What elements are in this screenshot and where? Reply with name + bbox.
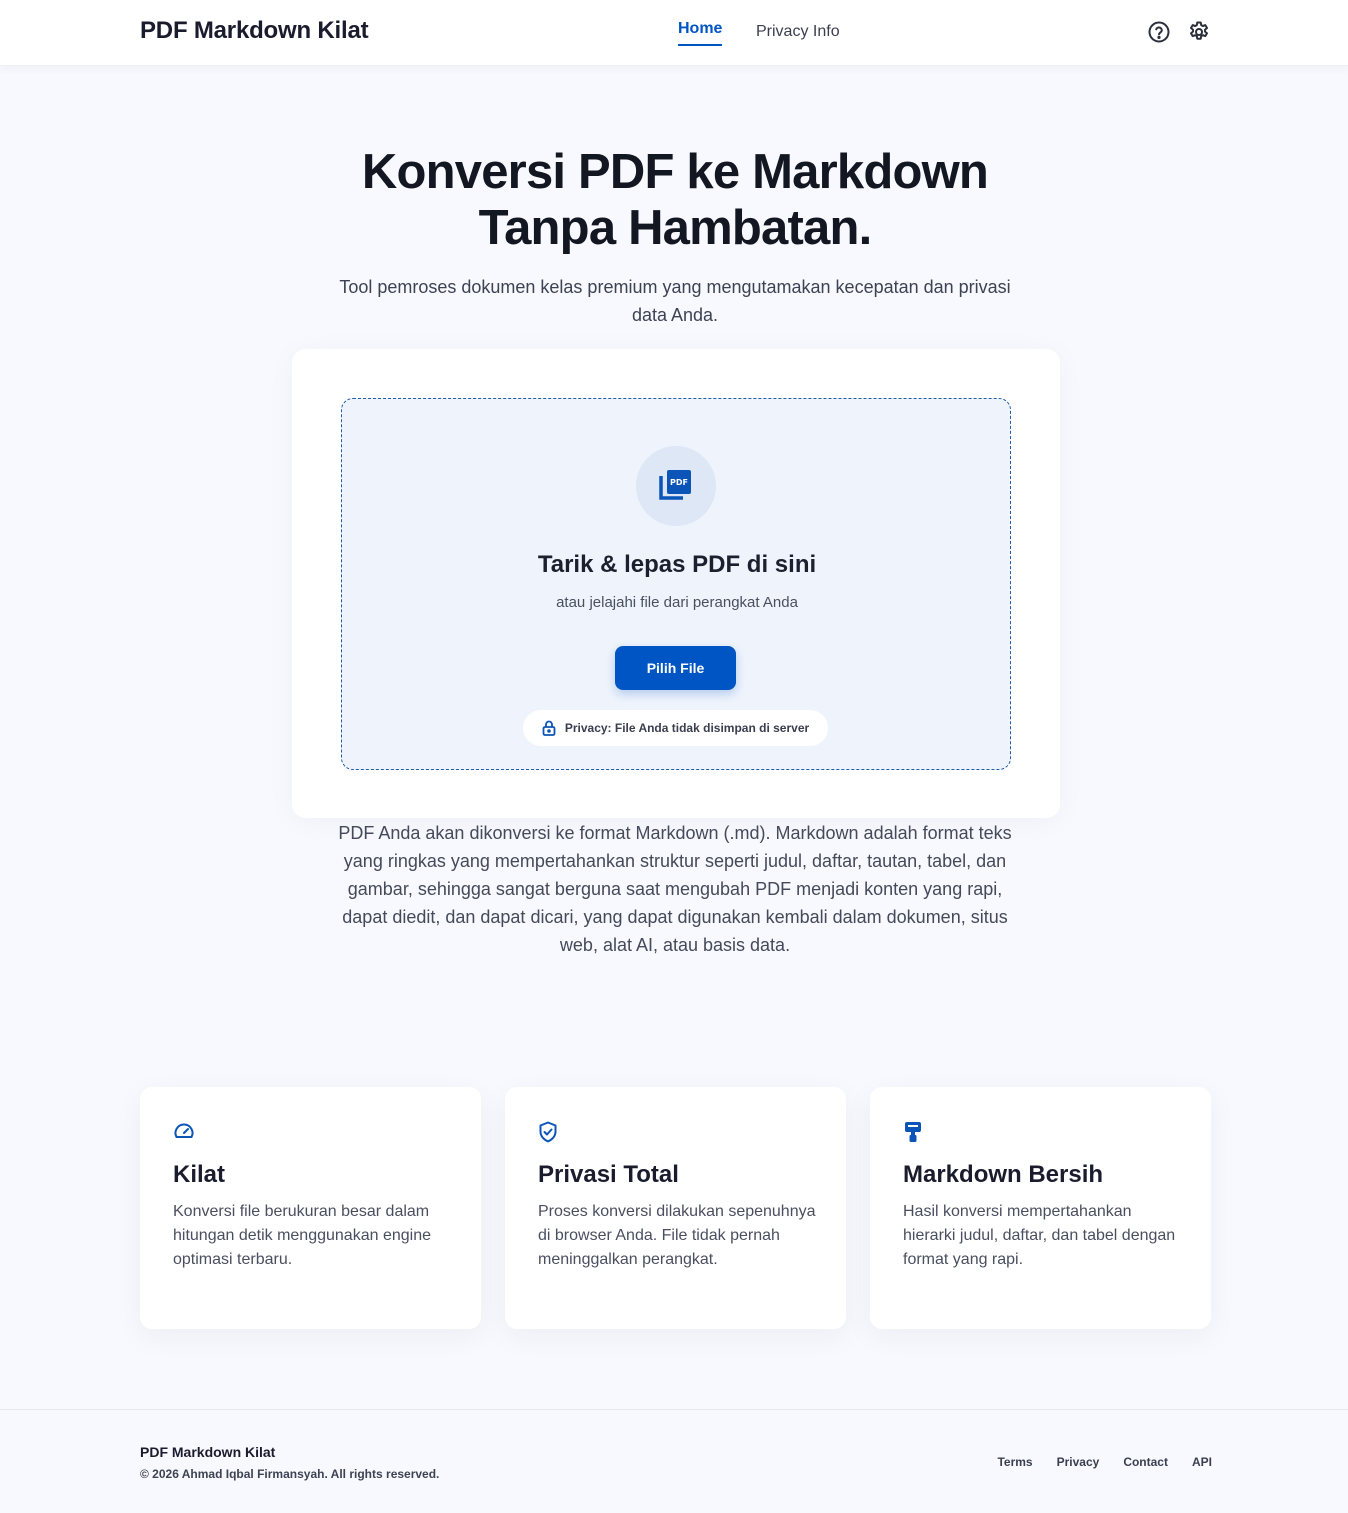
footer-link-privacy[interactable]: Privacy <box>1057 1455 1100 1469</box>
paint-roller-icon <box>903 1121 923 1148</box>
nav-home-link[interactable]: Home <box>678 20 723 46</box>
footer: PDF Markdown Kilat © 2026 Ahmad Iqbal Fi… <box>0 1409 1348 1513</box>
feature-text: Proses konversi dilakukan sepenuhnya di … <box>538 1203 816 1268</box>
dropzone-subtitle: atau jelajahi file dari perangkat Anda <box>556 594 798 611</box>
feature-text: Hasil konversi mempertahankan hierarki j… <box>903 1203 1176 1268</box>
footer-link-contact[interactable]: Contact <box>1123 1455 1168 1469</box>
feature-card-speed: Kilat Konversi file berukuran besar dala… <box>140 1087 481 1329</box>
pdf-file-icon: PDF <box>636 446 716 526</box>
feature-card-clean-markdown: Markdown Bersih Hasil konversi mempertah… <box>870 1087 1211 1329</box>
hero-title-line-1: Konversi PDF ke Markdown <box>361 145 989 199</box>
conversion-description: PDF Anda akan dikonversi ke format Markd… <box>338 823 1012 955</box>
feature-card-privacy: Privasi Total Proses konversi dilakukan … <box>505 1087 846 1329</box>
nav-privacy-info-link[interactable]: Privacy Info <box>756 23 840 41</box>
hero-title: Konversi PDF ke Markdown Tanpa Hambatan. <box>300 144 1050 256</box>
footer-link-terms[interactable]: Terms <box>997 1455 1032 1469</box>
footer-copyright: © 2026 Ahmad Iqbal Firmansyah. All right… <box>140 1467 440 1481</box>
hero-title-line-2: Tanpa Hambatan. <box>478 201 873 255</box>
upload-card: PDF Tarik & lepas PDF di sini atau jelaj… <box>292 349 1060 818</box>
top-navbar: PDF Markdown Kilat Home Privacy Info <box>0 0 1348 66</box>
lock-icon <box>542 720 556 736</box>
privacy-note-text: Privacy: File Anda tidak disimpan di ser… <box>564 721 810 735</box>
choose-file-button[interactable]: Pilih File <box>615 646 736 690</box>
help-icon[interactable] <box>1147 20 1171 44</box>
hero-subtitle: Tool pemroses dokumen kelas premium yang… <box>339 277 1011 325</box>
gear-icon[interactable] <box>1187 20 1211 44</box>
speedometer-icon <box>173 1121 195 1146</box>
feature-title: Privasi Total <box>538 1161 679 1188</box>
footer-brand: PDF Markdown Kilat <box>140 1444 276 1460</box>
privacy-note-badge: Privacy: File Anda tidak disimpan di ser… <box>523 710 828 746</box>
feature-title: Markdown Bersih <box>903 1161 1104 1188</box>
pdf-dropzone[interactable]: PDF Tarik & lepas PDF di sini atau jelaj… <box>341 398 1011 770</box>
dropzone-title: Tarik & lepas PDF di sini <box>537 551 817 578</box>
feature-text: Konversi file berukuran besar dalam hitu… <box>173 1203 431 1268</box>
pdf-icon-label: PDF <box>670 478 688 487</box>
brand-logo-text[interactable]: PDF Markdown Kilat <box>140 17 369 45</box>
feature-title: Kilat <box>173 1161 226 1188</box>
footer-links: Terms Privacy Contact API <box>997 1455 1212 1469</box>
footer-link-api[interactable]: API <box>1192 1455 1212 1469</box>
shield-check-icon <box>538 1121 558 1148</box>
